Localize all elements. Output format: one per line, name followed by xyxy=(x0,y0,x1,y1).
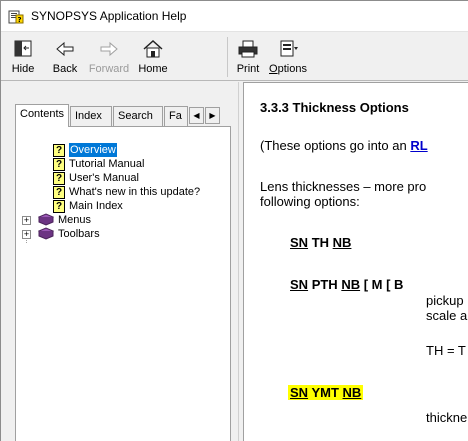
tree-item-label: Menus xyxy=(58,214,92,226)
option-pth-desc-2: scale a xyxy=(426,308,468,323)
content-pane: 3.3.3 Thickness Options (These options g… xyxy=(243,82,468,441)
tree-item-menus[interactable]: + Menus xyxy=(22,213,142,227)
home-button[interactable]: Home xyxy=(133,35,173,79)
option-sn-th-nb: SN TH NB xyxy=(290,235,351,250)
forward-arrow-icon xyxy=(100,41,118,57)
tab-favorites-label: Fa xyxy=(169,110,182,122)
tree-item-label: User's Manual xyxy=(69,172,139,184)
tab-index[interactable]: Index xyxy=(70,106,112,126)
print-label: Print xyxy=(236,63,260,75)
lens-line-2: following options: xyxy=(260,194,360,209)
tab-contents-label: Contents xyxy=(20,108,65,120)
lens-line-1: Lens thicknesses – more pro xyxy=(260,179,427,194)
navigation-pane: Contents Index Search Fa ◀ ▶ ? Overview … xyxy=(1,82,238,441)
help-topic-icon: ? xyxy=(53,158,65,171)
triangle-left-icon: ◀ xyxy=(193,111,200,120)
tree-item-label: Tutorial Manual xyxy=(69,158,145,170)
option-ymt-desc: thickne xyxy=(426,410,468,425)
back-arrow-icon xyxy=(56,41,74,57)
kw-nb: NB xyxy=(332,235,352,250)
triangle-right-icon: ▶ xyxy=(209,111,216,120)
help-app-icon: ? xyxy=(8,10,24,24)
forward-label: Forward xyxy=(88,63,130,75)
tree-item-toolbars[interactable]: + Toolbars xyxy=(22,227,142,241)
option-sn-ymt-nb: SN YMT NB xyxy=(288,385,364,400)
option-pth-th-note: TH = T xyxy=(426,343,466,358)
back-button[interactable]: Back xyxy=(47,35,83,79)
home-label: Home xyxy=(138,63,168,75)
toolbar-separator xyxy=(227,37,228,77)
expand-plus-icon[interactable]: + xyxy=(22,216,31,225)
toolbar: Hide Back Forward Home Print Options xyxy=(1,33,468,81)
kw-sn: SN xyxy=(290,235,309,250)
kw-th: TH xyxy=(311,235,330,250)
tab-scroll-right-button[interactable]: ▶ xyxy=(205,107,220,124)
hide-pane-icon xyxy=(14,40,32,57)
help-topic-icon: ? xyxy=(53,172,65,185)
tree-item-label: Main Index xyxy=(69,200,123,212)
intro-paragraph: (These options go into an RL xyxy=(260,138,428,153)
tab-search[interactable]: Search xyxy=(113,106,163,126)
intro-text: (These options go into an xyxy=(260,138,411,153)
tab-favorites[interactable]: Fa xyxy=(164,106,188,126)
hide-button[interactable]: Hide xyxy=(7,35,39,79)
contents-tree: ? Overview ? Tutorial Manual ? User's Ma… xyxy=(15,126,231,441)
expand-plus-icon[interactable]: + xyxy=(22,230,31,239)
svg-text:?: ? xyxy=(17,16,21,24)
tree-item-label: What's new in this update? xyxy=(69,186,201,198)
print-button[interactable]: Print xyxy=(233,35,263,79)
help-topic-icon: ? xyxy=(53,144,65,157)
tree-item-label: Overview xyxy=(69,143,117,157)
tab-scroll-left-button[interactable]: ◀ xyxy=(189,107,204,124)
kw-pth: PTH xyxy=(311,277,338,292)
options-label: Options xyxy=(269,63,307,75)
options-icon xyxy=(280,40,298,57)
kw-nb: NB xyxy=(341,277,361,292)
home-icon xyxy=(143,39,163,58)
book-icon xyxy=(38,227,54,240)
kw-ymt: YMT xyxy=(311,385,339,400)
tree-item-label: Toolbars xyxy=(58,228,100,240)
tab-search-label: Search xyxy=(118,110,153,122)
option-sn-pth-nb: SN PTH NB [ M [ B xyxy=(290,277,403,292)
option-pth-desc-1: pickup xyxy=(426,293,464,308)
book-icon xyxy=(38,213,54,226)
options-button[interactable]: Options xyxy=(267,35,309,79)
page-title: 3.3.3 Thickness Options xyxy=(260,100,409,115)
kw-sn: SN xyxy=(290,277,309,292)
printer-icon xyxy=(238,40,258,58)
help-window: ? SYNOPSYS Application Help Hide Back Fo… xyxy=(0,0,468,441)
contents-tree-inner: ? Overview ? Tutorial Manual ? User's Ma… xyxy=(16,127,230,441)
forward-button[interactable]: Forward xyxy=(85,35,133,79)
tab-index-label: Index xyxy=(75,110,102,122)
rle-link[interactable]: RL xyxy=(410,138,427,153)
title-bar: ? SYNOPSYS Application Help xyxy=(1,1,468,32)
window-title: SYNOPSYS Application Help xyxy=(31,9,187,23)
kw-nb: NB xyxy=(342,385,362,400)
kw-bracket: [ M [ B xyxy=(363,277,404,292)
back-label: Back xyxy=(52,63,78,75)
help-topic-icon: ? xyxy=(53,186,65,199)
help-topic-icon: ? xyxy=(53,200,65,213)
hide-label: Hide xyxy=(11,63,35,75)
tab-contents[interactable]: Contents xyxy=(15,104,69,127)
kw-sn: SN xyxy=(290,385,309,400)
